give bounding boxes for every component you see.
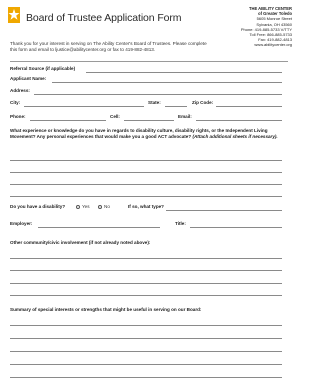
employer-label: Employer: [10, 221, 33, 226]
experience-line[interactable] [10, 172, 282, 173]
employer-field[interactable] [38, 227, 160, 228]
civic-line[interactable] [10, 295, 282, 296]
address-label: Address: [10, 88, 30, 93]
city-label: City: [10, 100, 21, 105]
star-icon [8, 9, 20, 20]
state-label: State: [148, 100, 161, 105]
zip-label: Zip Code: [192, 100, 214, 105]
city-field[interactable] [24, 106, 144, 107]
application-form-page: Board of Trustee Application Form THE AB… [0, 0, 298, 386]
email-field[interactable] [196, 120, 282, 121]
org-website: www.abilitycenter.org [254, 42, 292, 48]
email-label: Email: [178, 114, 192, 119]
experience-question-note: (Attach additional sheets if necessary). [192, 134, 278, 140]
address-field[interactable] [34, 94, 282, 95]
phone-field[interactable] [30, 120, 106, 121]
disability-type-label: If so, what type? [128, 204, 164, 209]
disability-no-label: No [104, 204, 110, 209]
zip-field[interactable] [216, 106, 282, 107]
disability-yes-label: Yes [82, 204, 90, 209]
civic-line[interactable] [10, 258, 282, 259]
job-title-label: Title: [175, 221, 186, 226]
applicant-name-field[interactable] [52, 82, 282, 83]
referral-field[interactable] [86, 72, 282, 73]
experience-line[interactable] [10, 160, 282, 161]
civic-question: Other community/civic involvement (if no… [10, 240, 151, 245]
disability-yes-radio[interactable] [76, 205, 80, 209]
disability-no-radio[interactable] [98, 205, 102, 209]
header-divider [10, 61, 288, 62]
cell-label: Cell: [110, 114, 120, 119]
summary-line[interactable] [10, 364, 282, 365]
disability-type-field[interactable] [166, 210, 282, 211]
ability-center-logo [8, 7, 20, 23]
intro-paragraph: Thank you for your interest in serving o… [10, 41, 207, 53]
summary-line[interactable] [10, 338, 282, 339]
civic-line[interactable] [10, 270, 282, 271]
job-title-field[interactable] [190, 227, 282, 228]
experience-question: What experience or knowledge do you have… [10, 128, 282, 141]
applicant-name-label: Applicant Name: [10, 76, 47, 81]
phone-label: Phone: [10, 114, 26, 119]
experience-line[interactable] [10, 196, 282, 197]
cell-field[interactable] [124, 120, 174, 121]
summary-line[interactable] [10, 377, 282, 378]
state-field[interactable] [165, 106, 187, 107]
civic-line[interactable] [10, 283, 282, 284]
experience-line[interactable] [10, 184, 282, 185]
summary-line[interactable] [10, 325, 282, 326]
summary-question: Summary of special interests or strength… [10, 307, 202, 312]
summary-line[interactable] [10, 351, 282, 352]
referral-label: Referral Source (if applicable) [10, 66, 76, 71]
disability-question: Do you have a disability? [10, 204, 66, 209]
form-title: Board of Trustee Application Form [26, 12, 182, 24]
organization-info: THE ABILITY CENTER of Greater Toledo 560… [241, 6, 292, 48]
